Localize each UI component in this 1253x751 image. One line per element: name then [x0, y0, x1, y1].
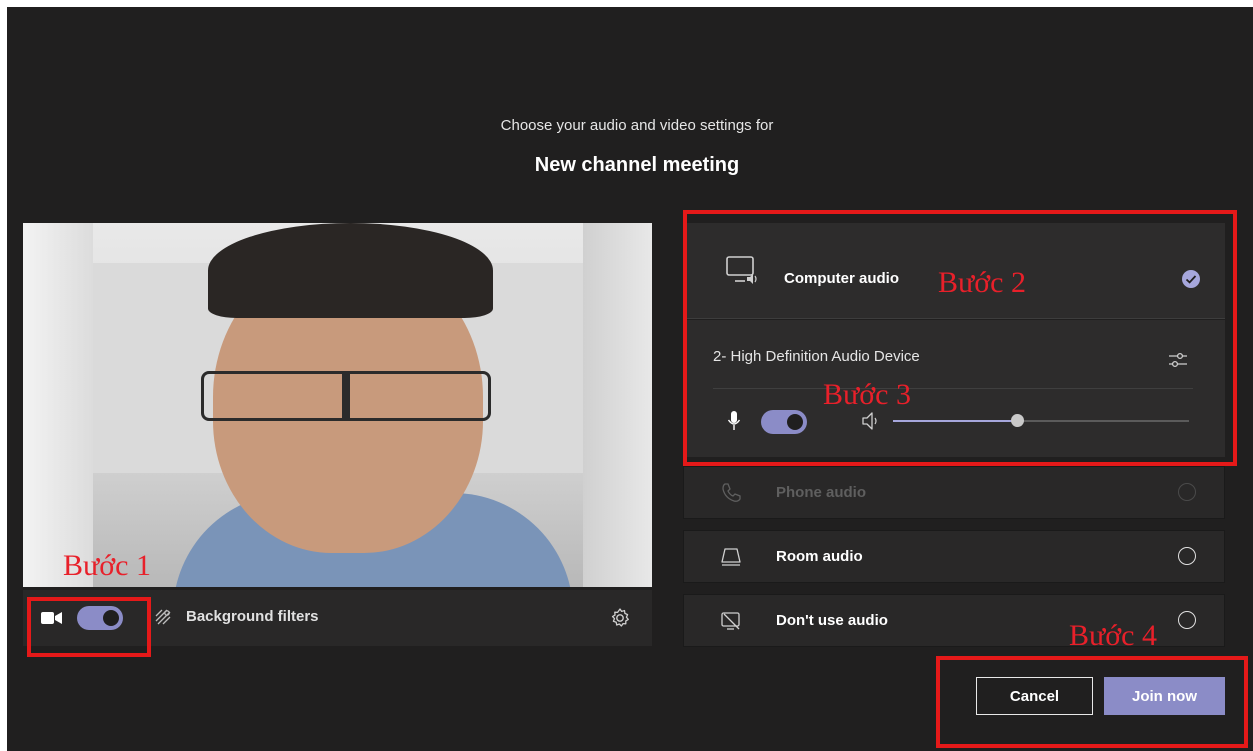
room-audio-icon — [721, 548, 741, 566]
annotation-step2: Bước 2 — [938, 266, 1026, 299]
phone-audio-label: Phone audio — [776, 484, 866, 501]
no-audio-icon — [721, 612, 740, 630]
annotation-step1: Bước 1 — [63, 549, 151, 582]
gear-icon[interactable] — [609, 607, 631, 629]
no-audio-radio[interactable] — [1178, 611, 1196, 629]
person-hair — [208, 223, 493, 318]
video-preview — [23, 223, 652, 587]
annotation-step4: Bước 4 — [1069, 619, 1157, 652]
room-audio-option[interactable]: Room audio — [683, 530, 1225, 583]
meeting-title: New channel meeting — [534, 154, 740, 176]
annotation-box-step4 — [936, 656, 1248, 748]
person-glasses — [201, 371, 491, 421]
phone-icon — [722, 483, 741, 502]
room-audio-label: Room audio — [776, 548, 863, 565]
phone-audio-radio[interactable] — [1178, 483, 1196, 501]
no-audio-label: Don't use audio — [776, 612, 888, 629]
prejoin-subtitle: Choose your audio and video settings for — [500, 117, 774, 134]
background-filters-button[interactable]: Background filters — [186, 608, 319, 625]
annotation-box-step2-3 — [683, 210, 1237, 466]
room-left-wall — [23, 223, 93, 587]
annotation-box-step1 — [27, 597, 151, 657]
phone-audio-option[interactable]: Phone audio — [683, 466, 1225, 519]
room-right-wall — [583, 223, 652, 587]
annotation-step3: Bước 3 — [823, 378, 911, 411]
background-filters-icon — [155, 609, 171, 625]
room-audio-radio[interactable] — [1178, 547, 1196, 565]
